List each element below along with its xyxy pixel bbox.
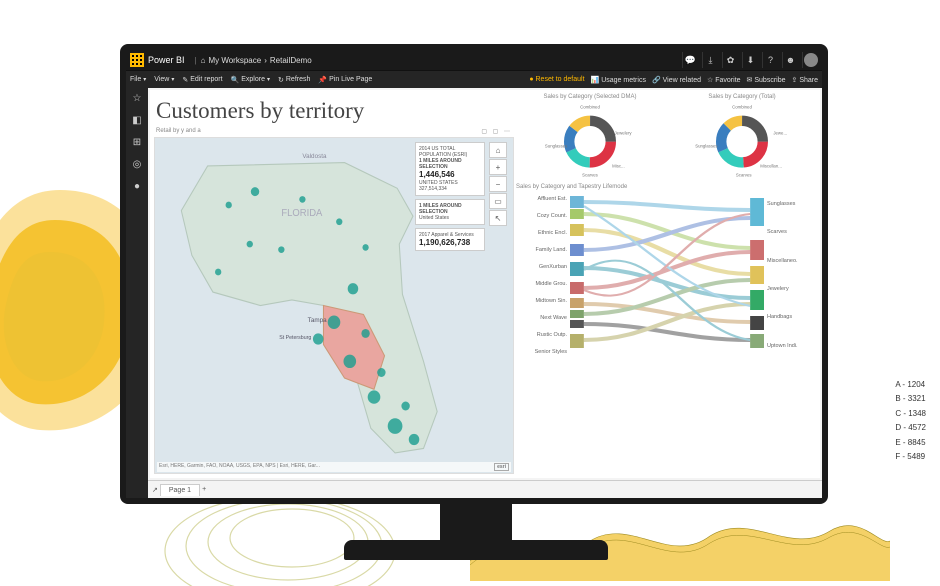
explore-menu[interactable]: 🔍 Explore xyxy=(231,76,270,84)
breadcrumb-sep: › xyxy=(264,56,267,65)
map-subtitle: Retail by y and a ▢ ▢ ⋯ xyxy=(154,128,514,137)
svg-text:Scarves: Scarves xyxy=(736,172,752,177)
info-card-population: 2014 US TOTAL POPULATION (ESRI) 1 MILES … xyxy=(415,142,485,196)
map-zoom-out[interactable]: − xyxy=(489,176,507,192)
favorite-button[interactable]: ☆ Favorite xyxy=(707,76,741,84)
donut-selected-dma[interactable]: Sales by Category (Selected DMA) xyxy=(516,94,664,180)
app-launcher-icon[interactable] xyxy=(130,53,144,67)
monitor-frame: Power BI | ⌂ My Workspace › RetailDemo 💬… xyxy=(120,44,828,504)
info-card-selection: 1 MILES AROUND SELECTION United States xyxy=(415,199,485,225)
tab-nav-arrow[interactable]: ↗ xyxy=(152,486,158,494)
svg-text:Jewe...: Jewe... xyxy=(773,131,787,136)
map-attribution: Esri, HERE, Garmin, FAO, NOAA, USGS, EPA… xyxy=(157,462,511,472)
monitor-stand-base xyxy=(344,540,608,560)
workspace-name[interactable]: My Workspace xyxy=(208,56,261,65)
map-select-rect-icon[interactable]: ▭ xyxy=(489,193,507,209)
file-menu[interactable]: File xyxy=(130,76,146,83)
left-nav: ☆ ◧ ⊞ ◎ ● xyxy=(126,88,148,498)
svg-text:Misc...: Misc... xyxy=(612,164,625,169)
nav-apps-icon[interactable]: ⊞ xyxy=(131,136,143,148)
avatar[interactable] xyxy=(802,52,818,68)
map-controls: ⌂ + − ▭ ↖ xyxy=(489,142,509,226)
report-canvas: Customers by territory Retail by y and a… xyxy=(148,88,822,498)
app-name: Power BI xyxy=(148,55,185,65)
info-card-apparel: 2017 Apparel & Services 1,190,626,738 xyxy=(415,228,485,252)
home-icon[interactable]: ⌂ xyxy=(201,56,206,65)
svg-text:Sunglasses: Sunglasses xyxy=(695,144,717,149)
refresh-button[interactable]: ↻ Refresh xyxy=(278,76,310,84)
chord-right-labels: Sunglasses Scarves Miscellaneo. Jewelery… xyxy=(764,190,816,360)
notifications-icon[interactable]: ☻ xyxy=(782,52,798,68)
svg-text:Jewelery: Jewelery xyxy=(615,131,633,136)
reset-button[interactable]: ● Reset to default xyxy=(529,76,584,83)
screen: Power BI | ⌂ My Workspace › RetailDemo 💬… xyxy=(126,50,822,498)
svg-text:Sunglasses: Sunglasses xyxy=(545,144,567,149)
chord-left-labels: Affluent Est. Cozy Count. Ethnic Encl. F… xyxy=(516,190,570,360)
pin-live-button[interactable]: 📌 Pin Live Page xyxy=(318,76,372,84)
edit-report-button[interactable]: ✎ Edit report xyxy=(182,76,222,84)
svg-text:Combined: Combined xyxy=(580,105,600,110)
view-related-button[interactable]: 🔗 View related xyxy=(652,76,701,84)
settings-icon[interactable]: ✿ xyxy=(722,52,738,68)
map-home-icon[interactable]: ⌂ xyxy=(489,142,507,158)
nav-favorites-icon[interactable]: ☆ xyxy=(131,92,143,104)
chord-chart[interactable]: Sales by Category and Tapestry Lifemode … xyxy=(516,184,816,474)
map-visual[interactable]: FLORIDA Valdosta Tampa St Petersburg xyxy=(154,137,514,474)
share-button[interactable]: ⇪ Share xyxy=(792,76,819,84)
report-name-crumb[interactable]: RetailDemo xyxy=(270,56,312,65)
map-label-tampa: Tampa xyxy=(308,317,327,324)
tab-page-1[interactable]: Page 1 xyxy=(160,484,200,496)
map-zoom-in[interactable]: + xyxy=(489,159,507,175)
svg-text:Combined: Combined xyxy=(732,105,752,110)
tab-add[interactable]: + xyxy=(202,486,206,493)
page-tabs: ↗ Page 1 + xyxy=(148,480,822,498)
nav-metrics-icon[interactable]: ◎ xyxy=(131,158,143,170)
nav-datasets-icon[interactable]: ◧ xyxy=(131,114,143,126)
view-menu[interactable]: View xyxy=(154,76,174,83)
map-label-florida: FLORIDA xyxy=(281,208,322,219)
subscribe-button[interactable]: ✉ Subscribe xyxy=(747,76,786,84)
svg-text:Miscellan...: Miscellan... xyxy=(760,164,782,169)
toolbar: File View ✎ Edit report 🔍 Explore ↻ Refr… xyxy=(126,70,822,88)
svg-text:Scarves: Scarves xyxy=(582,172,598,177)
titlebar: Power BI | ⌂ My Workspace › RetailDemo 💬… xyxy=(126,50,822,70)
chat-icon[interactable]: 💬 xyxy=(682,52,698,68)
nav-recent-icon[interactable]: ● xyxy=(131,180,143,192)
map-select-lasso-icon[interactable]: ↖ xyxy=(489,210,507,226)
map-label-valdosta: Valdosta xyxy=(302,153,326,160)
help-icon[interactable]: ? xyxy=(762,52,778,68)
report-title: Customers by territory xyxy=(154,94,514,128)
donut-total[interactable]: Sales by Category (Total) xyxy=(668,94,816,180)
side-axis-list: A - 1204 B - 3321 C - 1348 D - 4572 E - … xyxy=(895,378,926,464)
map-label-stpete: St Petersburg xyxy=(279,335,311,341)
download-icon[interactable]: ⬇ xyxy=(742,52,758,68)
usage-metrics-button[interactable]: 📊 Usage metrics xyxy=(591,76,646,84)
export-icon[interactable]: ⤓ xyxy=(702,52,718,68)
